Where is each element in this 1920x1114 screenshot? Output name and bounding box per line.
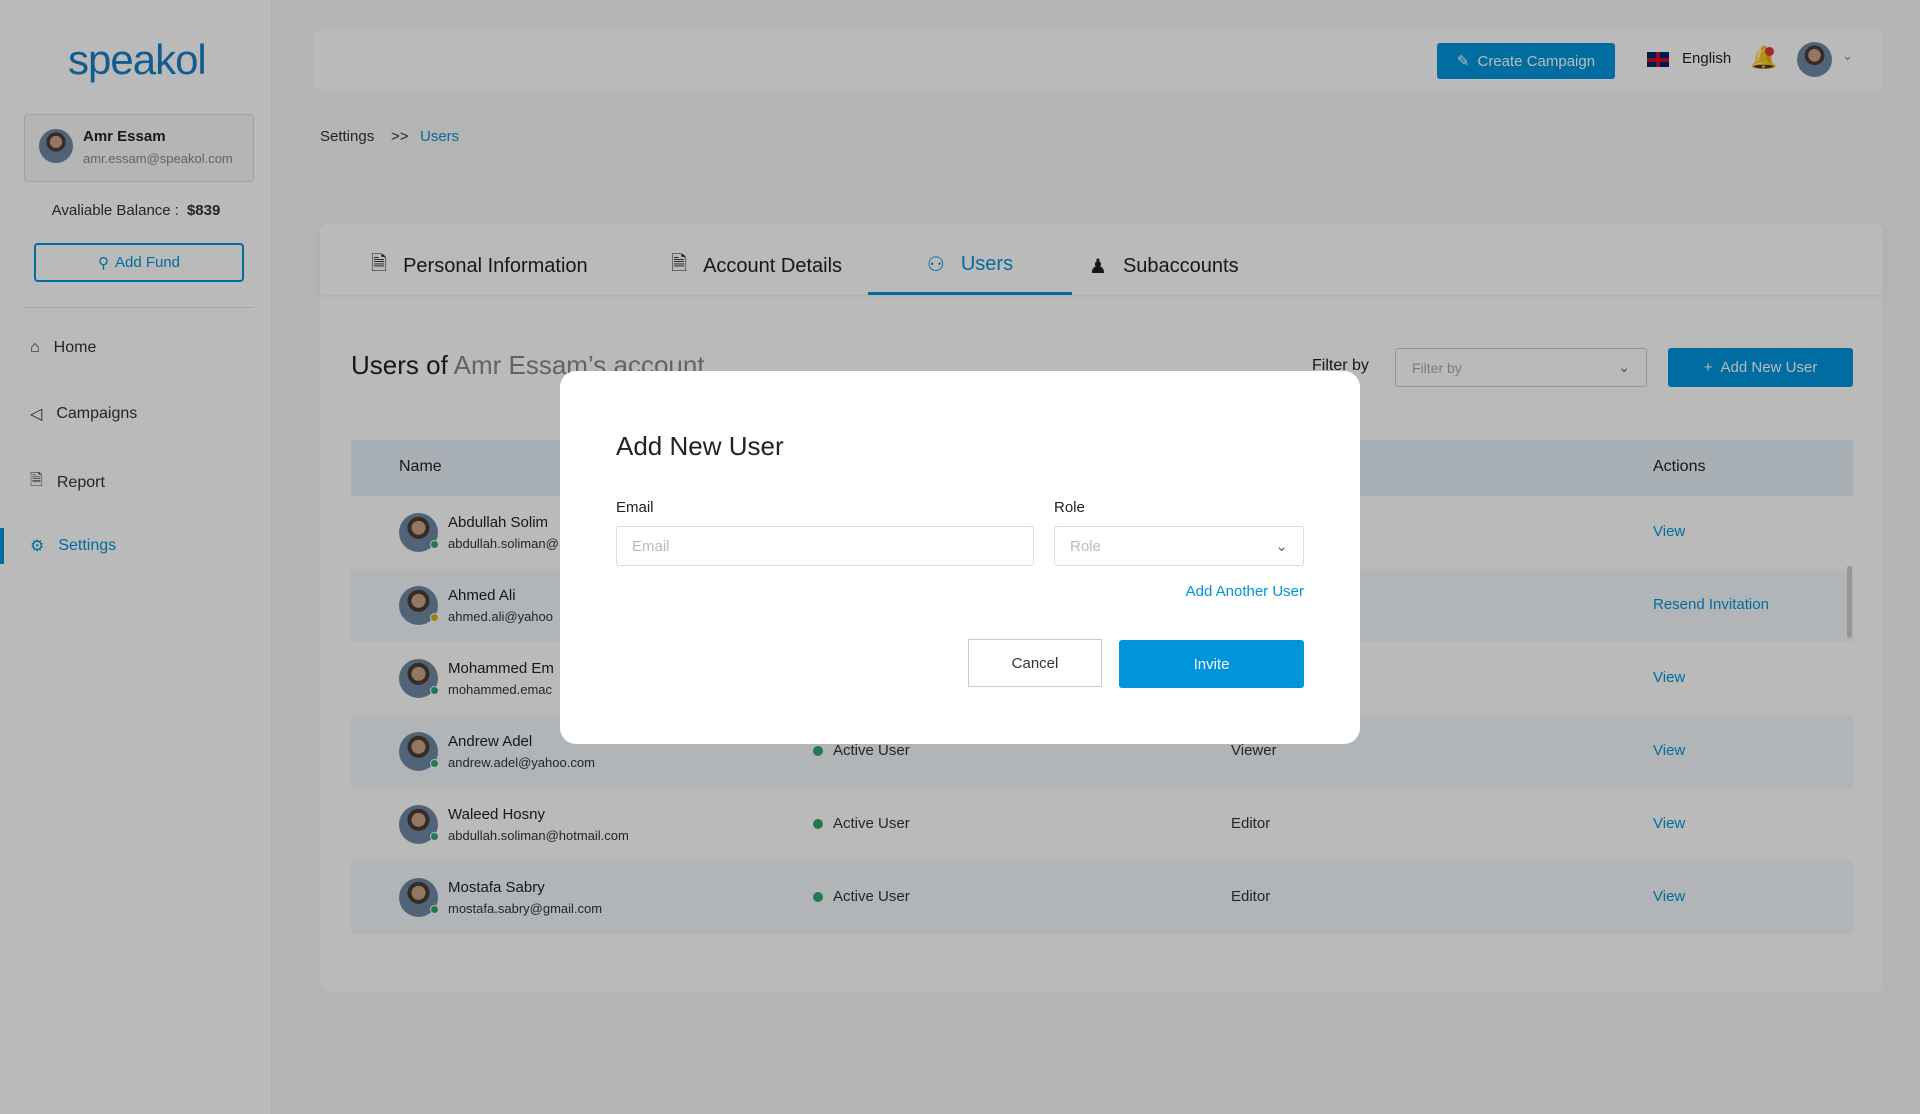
role-select[interactable]: Role ⌄ bbox=[1054, 526, 1304, 566]
email-field[interactable]: Email bbox=[616, 526, 1034, 566]
email-label: Email bbox=[616, 499, 654, 516]
invite-button[interactable]: Invite bbox=[1119, 640, 1304, 688]
chevron-down-icon: ⌄ bbox=[1275, 538, 1288, 555]
add-another-user-link[interactable]: Add Another User bbox=[1186, 583, 1304, 600]
role-label: Role bbox=[1054, 499, 1085, 516]
modal-title: Add New User bbox=[616, 431, 784, 461]
role-placeholder: Role bbox=[1070, 537, 1101, 555]
add-user-modal: Add New User Email Email Role Role ⌄ Add … bbox=[560, 371, 1360, 744]
cancel-button[interactable]: Cancel bbox=[968, 639, 1102, 687]
